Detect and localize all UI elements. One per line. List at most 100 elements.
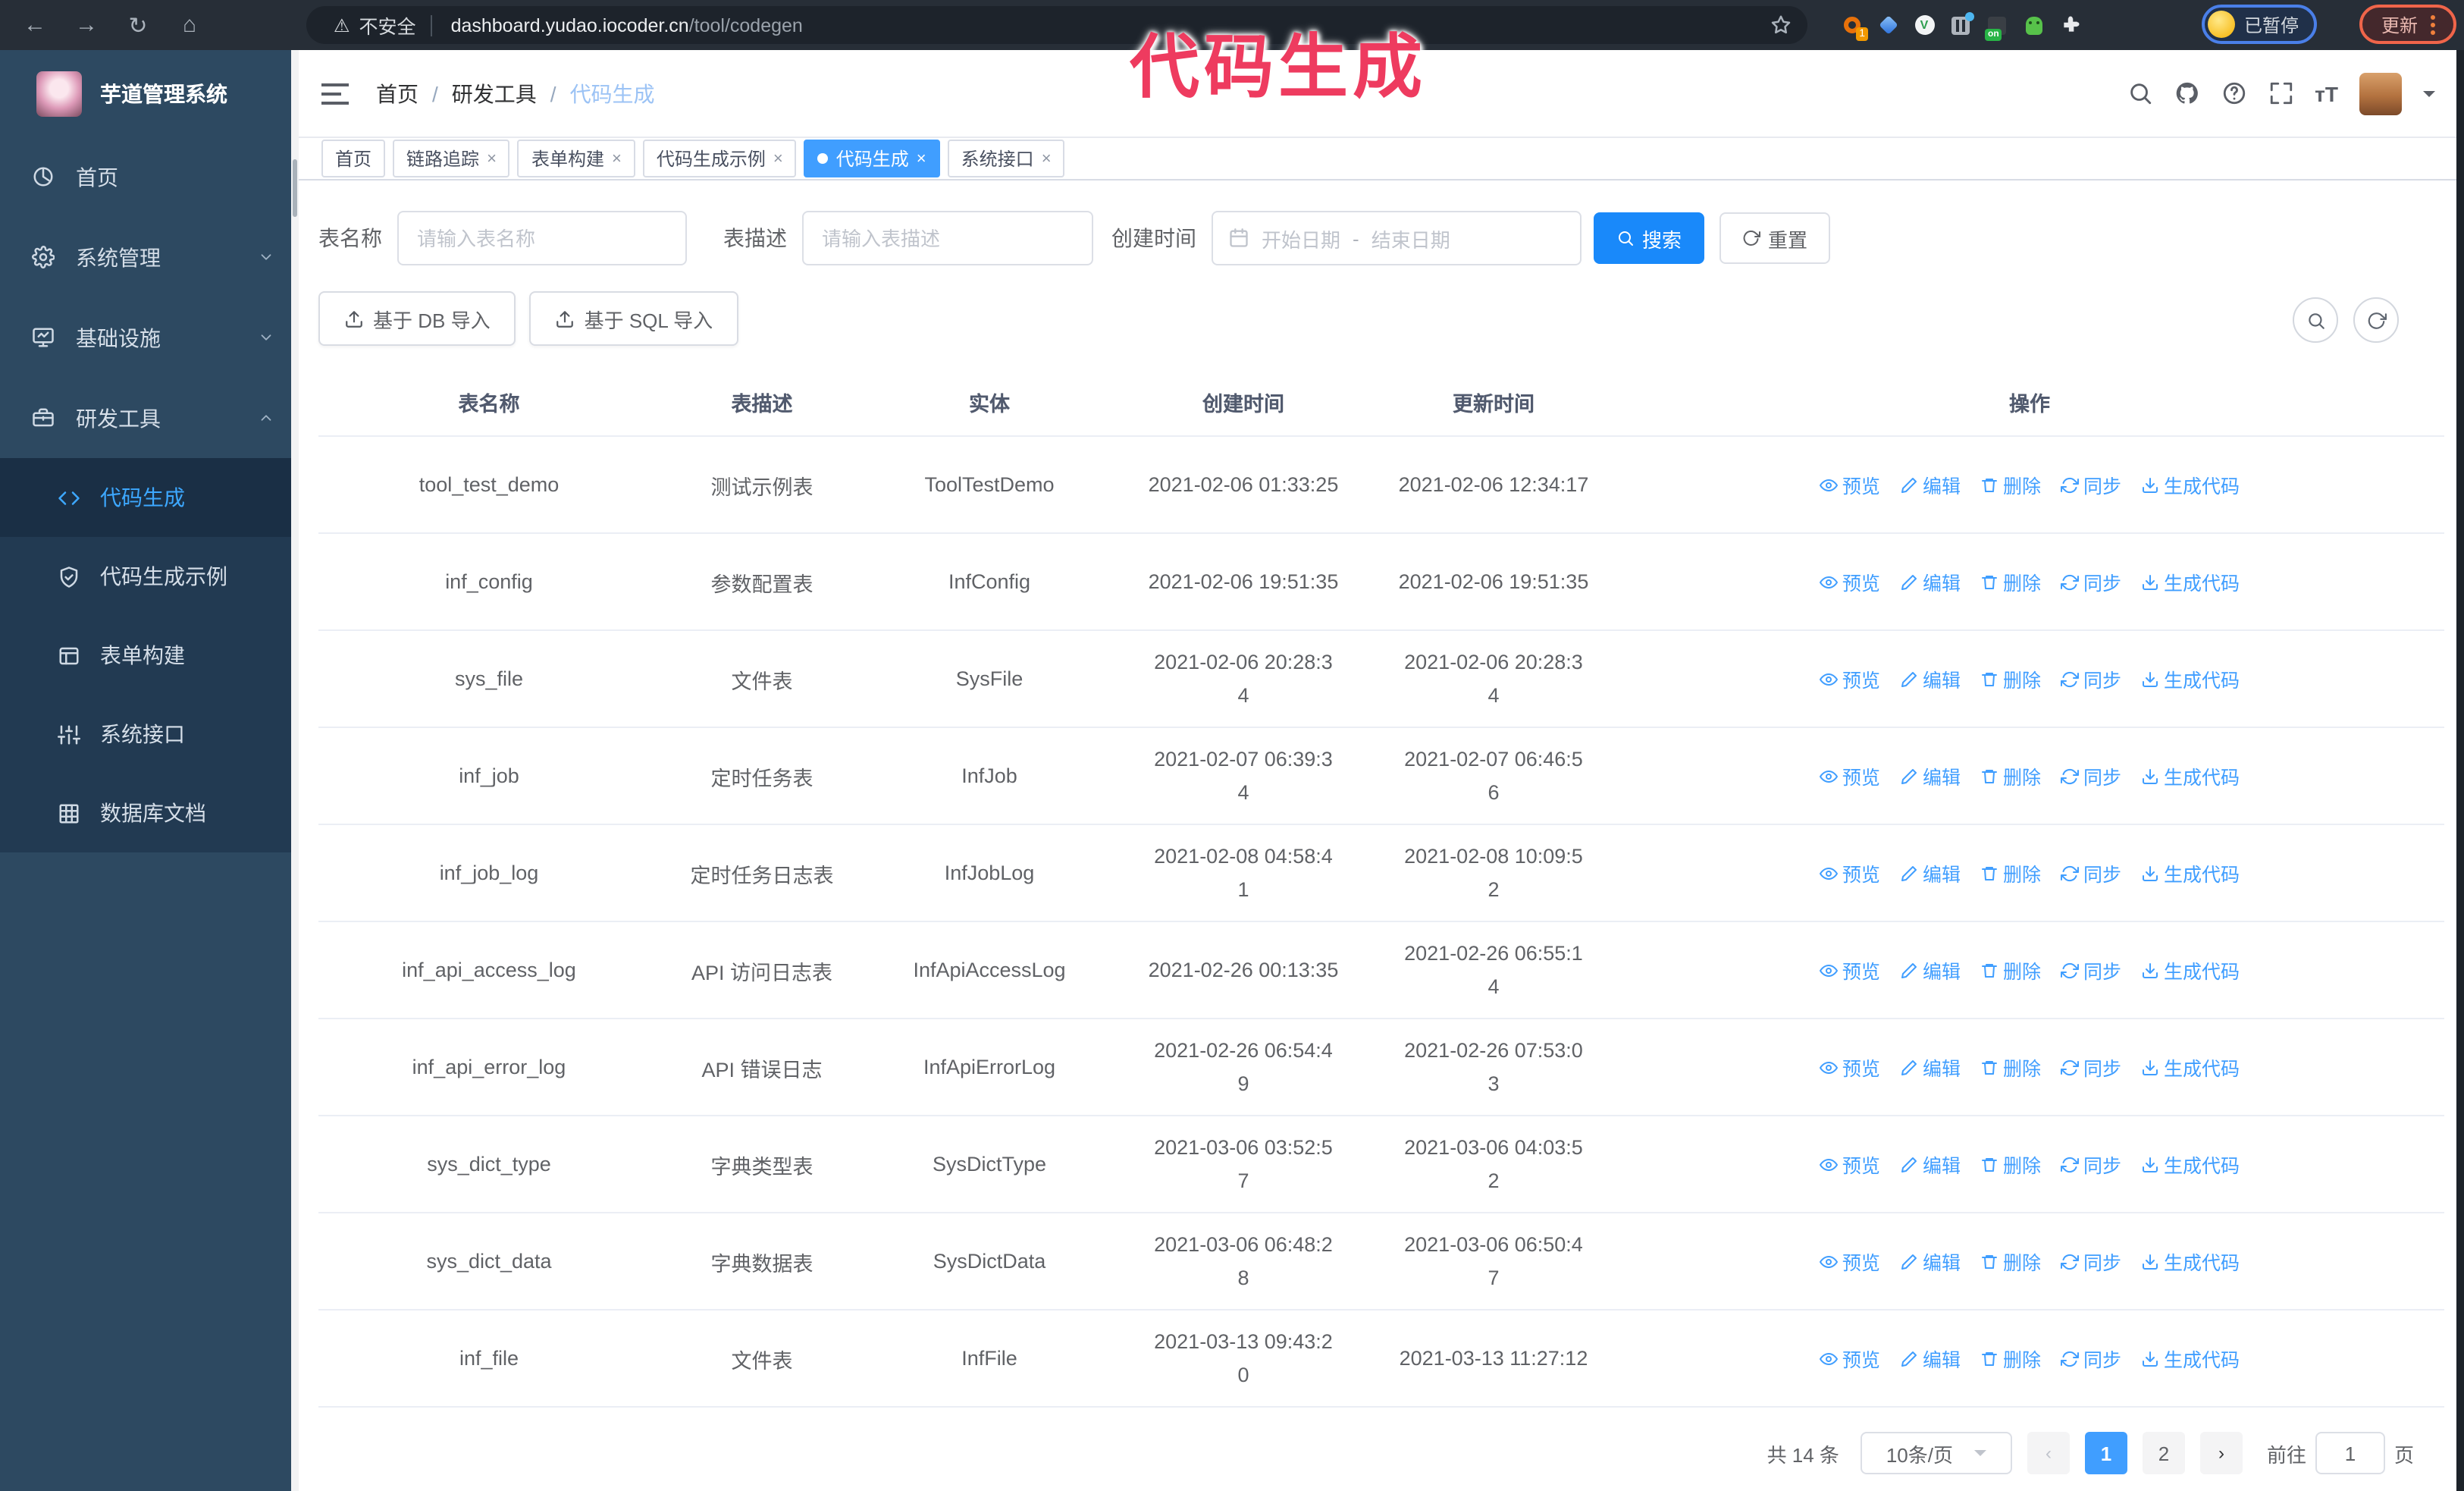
sidebar-item-dev-tools[interactable]: 研发工具 xyxy=(0,378,299,458)
close-icon[interactable]: × xyxy=(612,149,622,168)
delete-link[interactable]: 删除 xyxy=(1980,859,2041,887)
back-icon[interactable]: ← xyxy=(18,8,52,42)
search-button[interactable]: 搜索 xyxy=(1594,212,1705,264)
user-avatar[interactable] xyxy=(2359,72,2402,115)
generate-code-link[interactable]: 生成代码 xyxy=(2141,1344,2240,1373)
app-logo-row[interactable]: 芋道管理系统 xyxy=(0,50,299,137)
delete-link[interactable]: 删除 xyxy=(1980,664,2041,693)
show-search-toggle-button[interactable] xyxy=(2293,297,2338,343)
tag-form-builder[interactable]: 表单构建 × xyxy=(517,140,635,177)
generate-code-link[interactable]: 生成代码 xyxy=(2141,470,2240,499)
generate-code-link[interactable]: 生成代码 xyxy=(2141,664,2240,693)
delete-link[interactable]: 删除 xyxy=(1980,1150,2041,1179)
extension-check-icon[interactable]: V xyxy=(1914,14,1935,36)
close-icon[interactable]: × xyxy=(1042,149,1052,168)
home-icon[interactable]: ⌂ xyxy=(173,8,206,42)
sync-link[interactable]: 同步 xyxy=(2061,664,2121,693)
sync-link[interactable]: 同步 xyxy=(2061,859,2121,887)
tag-system-api[interactable]: 系统接口 × xyxy=(947,140,1065,177)
tag-codegen-active[interactable]: 代码生成 × xyxy=(804,140,940,177)
github-icon[interactable] xyxy=(2174,80,2199,106)
edit-link[interactable]: 编辑 xyxy=(1900,1344,1961,1373)
preview-link[interactable]: 预览 xyxy=(1819,956,1880,984)
extension-diamond-icon[interactable] xyxy=(1877,14,1898,36)
delete-link[interactable]: 删除 xyxy=(1980,1344,2041,1373)
preview-link[interactable]: 预览 xyxy=(1819,761,1880,790)
tag-trace[interactable]: 链路追踪 × xyxy=(393,140,510,177)
preview-link[interactable]: 预览 xyxy=(1819,1053,1880,1081)
delete-link[interactable]: 删除 xyxy=(1980,761,2041,790)
sync-link[interactable]: 同步 xyxy=(2061,470,2121,499)
sync-link[interactable]: 同步 xyxy=(2061,956,2121,984)
generate-code-link[interactable]: 生成代码 xyxy=(2141,1150,2240,1179)
bookmark-star-icon[interactable] xyxy=(1770,14,1792,36)
tag-home[interactable]: 首页 xyxy=(321,140,386,177)
sync-link[interactable]: 同步 xyxy=(2061,761,2121,790)
extension-switch-icon[interactable]: on xyxy=(1985,14,2008,40)
browser-update-menu-button[interactable]: 更新 xyxy=(2359,5,2456,44)
fullscreen-icon[interactable] xyxy=(2268,80,2293,106)
sync-link[interactable]: 同步 xyxy=(2061,1344,2121,1373)
import-sql-button[interactable]: 基于 SQL 导入 xyxy=(529,291,739,346)
delete-link[interactable]: 删除 xyxy=(1980,1053,2041,1081)
close-icon[interactable]: × xyxy=(773,149,783,168)
delete-link[interactable]: 删除 xyxy=(1980,470,2041,499)
sidebar-scrollbar[interactable] xyxy=(291,50,299,1491)
hamburger-menu-icon[interactable] xyxy=(321,83,349,104)
delete-link[interactable]: 删除 xyxy=(1980,956,2041,984)
sidebar-item-code-generation-example[interactable]: 代码生成示例 xyxy=(0,537,299,616)
edit-link[interactable]: 编辑 xyxy=(1900,470,1961,499)
table-desc-input[interactable] xyxy=(802,211,1093,265)
close-icon[interactable]: × xyxy=(917,149,926,168)
edit-link[interactable]: 编辑 xyxy=(1900,1247,1961,1276)
preview-link[interactable]: 预览 xyxy=(1819,859,1880,887)
generate-code-link[interactable]: 生成代码 xyxy=(2141,1053,2240,1081)
extension-alien-icon[interactable] xyxy=(2023,14,2044,36)
extensions-puzzle-icon[interactable] xyxy=(2059,14,2080,36)
edit-link[interactable]: 编辑 xyxy=(1900,664,1961,693)
sync-link[interactable]: 同步 xyxy=(2061,1247,2121,1276)
sidebar-item-form-builder[interactable]: 表单构建 xyxy=(0,616,299,695)
generate-code-link[interactable]: 生成代码 xyxy=(2141,567,2240,596)
window-scrollbar[interactable] xyxy=(2456,50,2464,1491)
tag-codegen-example[interactable]: 代码生成示例 × xyxy=(642,140,797,177)
edit-link[interactable]: 编辑 xyxy=(1900,859,1961,887)
search-icon[interactable] xyxy=(2127,80,2152,106)
goto-page-input[interactable] xyxy=(2315,1432,2385,1474)
sidebar-item-code-generation[interactable]: 代码生成 xyxy=(0,458,299,537)
sync-link[interactable]: 同步 xyxy=(2061,567,2121,596)
sidebar-item-system-management[interactable]: 系统管理 xyxy=(0,217,299,297)
sidebar-item-infrastructure[interactable]: 基础设施 xyxy=(0,297,299,378)
page-button-1[interactable]: 1 xyxy=(2084,1432,2127,1474)
browser-profile-button[interactable]: 已暂停 xyxy=(2202,5,2318,44)
font-size-icon[interactable]: тT xyxy=(2315,81,2338,105)
edit-link[interactable]: 编辑 xyxy=(1900,567,1961,596)
help-icon[interactable] xyxy=(2221,80,2246,106)
date-range-picker[interactable]: 开始日期 - 结束日期 xyxy=(1212,211,1582,265)
delete-link[interactable]: 删除 xyxy=(1980,1247,2041,1276)
preview-link[interactable]: 预览 xyxy=(1819,1247,1880,1276)
sidebar-item-database-docs[interactable]: 数据库文档 xyxy=(0,774,299,852)
refresh-table-button[interactable] xyxy=(2353,297,2399,343)
close-icon[interactable]: × xyxy=(487,149,497,168)
page-size-select[interactable]: 10条/页 xyxy=(1860,1432,2012,1474)
table-name-input[interactable] xyxy=(397,211,687,265)
sidebar-item-system-api[interactable]: 系统接口 xyxy=(0,695,299,774)
edit-link[interactable]: 编辑 xyxy=(1900,956,1961,984)
breadcrumb-dev-tools[interactable]: 研发工具 xyxy=(452,78,537,108)
preview-link[interactable]: 预览 xyxy=(1819,1344,1880,1373)
address-bar[interactable]: ⚠ 不安全 dashboard.yudao.iocoder.cn /tool/c… xyxy=(306,6,1807,44)
reset-button[interactable]: 重置 xyxy=(1719,212,1831,264)
edit-link[interactable]: 编辑 xyxy=(1900,761,1961,790)
prev-page-button[interactable]: ‹ xyxy=(2027,1432,2070,1474)
sync-link[interactable]: 同步 xyxy=(2061,1053,2121,1081)
next-page-button[interactable]: › xyxy=(2199,1432,2243,1474)
caret-down-icon[interactable] xyxy=(2423,90,2435,102)
edit-link[interactable]: 编辑 xyxy=(1900,1150,1961,1179)
edit-link[interactable]: 编辑 xyxy=(1900,1053,1961,1081)
generate-code-link[interactable]: 生成代码 xyxy=(2141,859,2240,887)
extension-orange-icon[interactable]: 1 xyxy=(1841,14,1868,40)
sidebar-item-home[interactable]: 首页 xyxy=(0,137,299,217)
preview-link[interactable]: 预览 xyxy=(1819,567,1880,596)
preview-link[interactable]: 预览 xyxy=(1819,1150,1880,1179)
